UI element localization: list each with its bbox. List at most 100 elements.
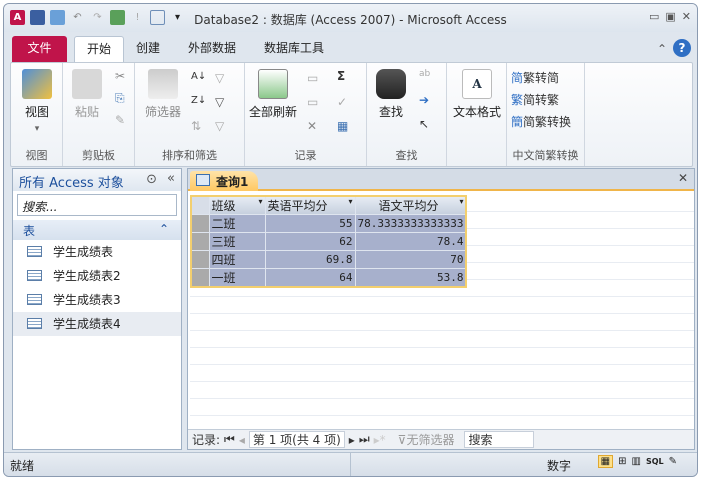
record-search-input[interactable]: 搜索 [464,431,535,448]
goto-icon[interactable]: ➔ [419,93,429,107]
last-record-icon[interactable]: ⏭ [359,432,370,447]
nav-section-tables[interactable]: 表 ⌃ [13,220,181,240]
chinese-conversion-button[interactable]: 簡简繁转换 [511,113,571,130]
save-record-icon[interactable]: ▭ [307,95,318,109]
more-icon[interactable]: ▦ [337,119,348,133]
select-all-cell[interactable] [190,195,210,215]
sort-descending-icon[interactable]: Z↓ [191,95,206,106]
filter-button[interactable]: 筛选器 [141,69,185,120]
table-row[interactable]: 二班 55 78.3333333333333 [190,214,467,233]
spelling-icon[interactable]: ✓ [337,95,347,109]
group-find: 查找 ab ➔ ↖ 查找 [367,63,447,166]
next-record-icon[interactable]: ▸ [349,433,355,447]
refresh-all-button[interactable]: 全部刷新 [247,69,299,120]
collapse-ribbon-icon[interactable]: ⌃ [657,42,667,56]
nav-item-table[interactable]: 学生成绩表4 [13,312,181,336]
window-title: Database2 : 数据库 (Access 2007) - Microsof… [194,13,507,27]
sql-view-icon[interactable]: SQL [646,457,664,466]
group-records: 全部刷新 ▭ ▭ ✕ Σ ✓ ▦ 记录 [245,63,367,166]
group-label: 排序和筛选 [162,149,217,162]
advanced-filter-icon[interactable]: ▽ [215,95,224,109]
column-header[interactable]: 班级 ▾ [208,195,266,215]
filter-status[interactable]: ⊽无筛选器 [398,431,455,448]
tab-external-data[interactable]: 外部数据 [176,36,248,62]
new-record-icon[interactable]: ▸* [374,433,386,447]
status-numlock: 数字 [546,459,571,473]
nav-item-table[interactable]: 学生成绩表 [13,240,181,264]
group-view: 视图 ▾ 视图 [11,63,63,166]
access-window: A ↶ ↷ ! ▾ Database2 : 数据库 (Access 2007) … [3,3,698,477]
navigation-pane: 所有 Access 对象 ⊙ « 搜索... ⌕ 表⌃ 学生成绩表 学生成绩表2… [12,168,196,450]
nav-pane-header[interactable]: 所有 Access 对象 ⊙ « [13,169,181,191]
minimize-icon[interactable]: ▭ [649,10,659,23]
find-button[interactable]: 查找 [373,69,409,120]
text-format-button[interactable]: A 文本格式 [449,69,505,120]
clear-sort-icon[interactable]: ⇅ [191,119,201,133]
paste-icon [72,69,102,99]
ribbon: 视图 ▾ 视图 粘贴 ✂ ⎘ ✎ 剪贴板 筛选器 A↓ Z↓ ⇅ ▽ ▽ ▽ 排序… [10,62,693,167]
column-header[interactable]: 英语平均分 ▾ [264,195,356,215]
pivottable-icon[interactable]: ⊞ [618,456,626,467]
view-label: 视图 [24,105,49,119]
nav-item-table[interactable]: 学生成绩表2 [13,264,181,288]
paste-button[interactable]: 粘贴 [69,69,105,120]
group-label: 视图 [25,149,48,162]
selection-filter-icon[interactable]: ▽ [215,71,224,85]
new-record-icon[interactable]: ▭ [307,71,318,85]
group-clipboard: 粘贴 ✂ ⎘ ✎ 剪贴板 [63,63,135,166]
collapse-icon[interactable]: ⌃ [159,222,169,236]
column-header[interactable]: 语文平均分 ▾ [354,195,467,215]
datasheet-view-icon[interactable]: ▦ [597,455,614,468]
table-row[interactable]: 四班 69.8 70 [190,250,467,269]
title-bar: A ↶ ↷ ! ▾ Database2 : 数据库 (Access 2007) … [4,4,697,32]
cut-icon[interactable]: ✂ [115,69,125,83]
restore-icon[interactable]: ▣ [665,10,675,23]
table-icon [27,294,42,305]
group-chinese-conversion: 简繁转简 繁简转繁 簡简繁转换 中文简繁转换 [507,63,585,166]
ribbon-tabs: 文件 开始 创建 外部数据 数据库工具 ⌃ ? [4,34,697,62]
tab-home[interactable]: 开始 [74,36,125,62]
totals-icon[interactable]: Σ [337,69,345,83]
first-record-icon[interactable]: ⏮ [224,432,235,447]
tab-create[interactable]: 创建 [124,36,172,62]
help-icon[interactable]: ? [673,39,691,57]
previous-record-icon[interactable]: ◂ [239,433,245,447]
nav-title: 所有 Access 对象 [19,176,124,191]
shutter-bar-icon[interactable]: « [167,171,175,186]
select-icon[interactable]: ↖ [419,117,429,131]
nav-search-input[interactable]: 搜索... ⌕ [17,194,196,216]
refresh-icon [258,69,288,99]
tab-query1[interactable]: 查询1 [190,171,258,191]
delete-icon[interactable]: ✕ [307,119,317,133]
design-view-icon[interactable]: ✎ [669,456,677,467]
close-document-icon[interactable]: ✕ [678,171,688,185]
format-painter-icon[interactable]: ✎ [115,113,125,127]
table-row[interactable]: 三班 62 78.4 [190,232,467,251]
pivotchart-icon[interactable]: ▥ [631,456,640,467]
replace-icon[interactable]: ab [419,69,430,79]
tab-file[interactable]: 文件 [12,36,67,62]
filter-label: 筛选器 [144,105,181,119]
nav-menu-icon[interactable]: ⊙ [146,172,157,187]
simplified-to-traditional-button[interactable]: 繁简转繁 [511,91,559,108]
sort-ascending-icon[interactable]: A↓ [191,71,206,82]
record-navigator: 记录: ⏮ ◂ 第 1 项(共 4 项) ▸ ⏭ ▸* ⊽无筛选器 搜索 [188,429,694,449]
document-area: 查询1 ✕ 班级 ▾ 英语平均分 ▾ 语文平均分 ▾ 二班 55 78.333333… [187,168,695,450]
find-label: 查找 [378,105,403,119]
group-label: 记录 [294,149,317,162]
traditional-to-simplified-button[interactable]: 简繁转简 [511,69,559,86]
refresh-label: 全部刷新 [248,105,297,119]
funnel-icon [148,69,178,99]
nav-item-table[interactable]: 学生成绩表3 [13,288,181,312]
group-label: 查找 [395,149,418,162]
view-icon [22,69,52,99]
datasheet: 班级 ▾ 英语平均分 ▾ 语文平均分 ▾ 二班 55 78.333333333333… [190,195,694,427]
copy-icon[interactable]: ⎘ [115,91,125,106]
close-icon[interactable]: ✕ [682,10,691,23]
toggle-filter-icon[interactable]: ▽ [215,119,224,133]
current-record-input[interactable]: 第 1 项(共 4 项) [248,431,345,448]
table-row[interactable]: 一班 64 53.8 [190,268,467,288]
tab-database-tools[interactable]: 数据库工具 [252,36,336,62]
table-icon [27,318,42,329]
view-button[interactable]: 视图 ▾ [17,69,57,134]
